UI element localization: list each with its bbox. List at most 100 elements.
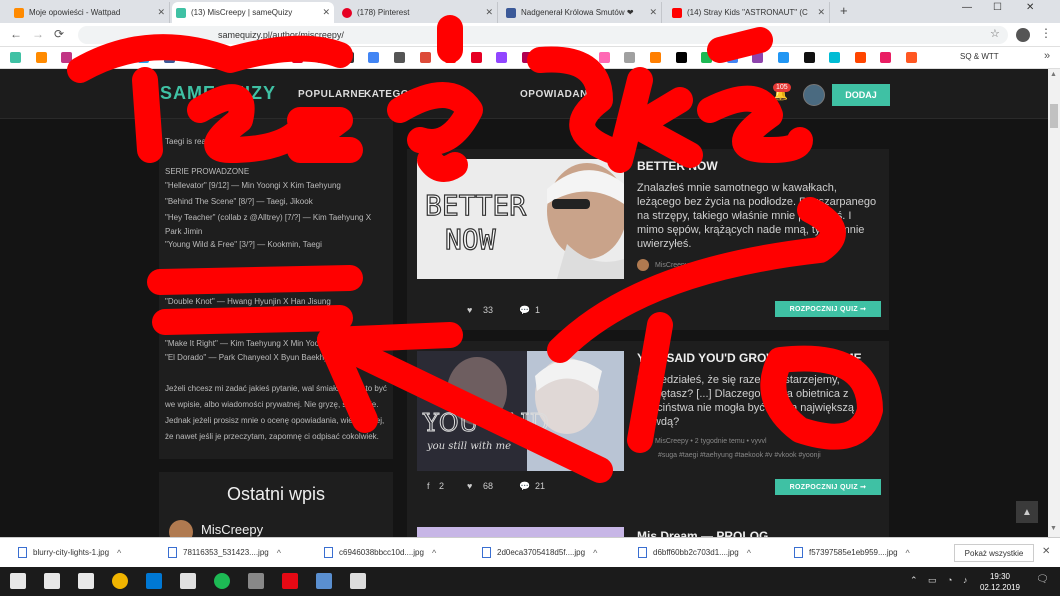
system-tray-icons[interactable]: ⌃ ▭ ◔ ♪ xyxy=(910,575,971,586)
bookmark-icon[interactable] xyxy=(394,52,405,63)
bookmark-icon[interactable] xyxy=(803,52,815,63)
bookmark-icon[interactable] xyxy=(598,52,610,63)
taskbar-app-icon[interactable] xyxy=(146,573,162,589)
bookmark-icon[interactable] xyxy=(906,52,917,63)
bookmark-icon[interactable] xyxy=(752,52,764,63)
download-item[interactable]: blurry-city-lights-1.jpg ^ xyxy=(18,547,121,558)
tab-wattpad[interactable]: Moje opowieści - Wattpad ✕ xyxy=(10,2,170,23)
bookmark-icon[interactable] xyxy=(880,52,892,63)
quiz-title[interactable]: Mis Dream — PROLOG xyxy=(637,529,768,537)
menu-dots-icon[interactable]: ⋮ xyxy=(1040,26,1052,40)
quiz-thumbnail[interactable]: BETTER NOW xyxy=(417,159,624,279)
bookmark-star-icon[interactable]: ☆ xyxy=(990,27,1000,40)
close-icon[interactable]: ✕ xyxy=(322,7,330,18)
quiz-title[interactable]: YOU SAID YOU'D GROW OLD WITH ME xyxy=(637,351,862,365)
bookmark-icon[interactable] xyxy=(445,52,457,63)
download-item[interactable]: 2d0eca3705418d5f....jpg ^ xyxy=(482,547,597,558)
bookmark-icon[interactable] xyxy=(317,52,329,63)
close-icon[interactable]: ✕ xyxy=(649,7,657,18)
bookmark-icon[interactable] xyxy=(470,52,482,63)
bookmark-icon[interactable] xyxy=(214,52,226,63)
start-quiz-button[interactable]: ROZPOCZNIJ QUIZ ➞ xyxy=(775,479,881,495)
latest-post-author[interactable]: MisCreepy xyxy=(201,522,263,537)
close-icon[interactable]: ✕ xyxy=(817,7,825,18)
taskbar-app-icon[interactable] xyxy=(316,573,332,589)
heart-icon[interactable]: ♥ xyxy=(467,305,472,315)
mail-icon[interactable]: ✉ xyxy=(743,88,753,102)
back-icon[interactable]: ← xyxy=(10,27,22,41)
show-all-downloads-button[interactable]: Pokaż wszystkie xyxy=(954,544,1034,562)
quiz-title[interactable]: BETTER NOW xyxy=(637,159,718,173)
nav-categories[interactable]: KATEGORIE xyxy=(364,89,427,100)
chevron-up-icon[interactable]: ^ xyxy=(117,548,121,558)
bookmark-icon[interactable] xyxy=(701,52,713,63)
bookmark-icon[interactable] xyxy=(522,52,533,63)
bookmark-icon[interactable] xyxy=(112,52,124,63)
close-icon[interactable]: ✕ xyxy=(1042,546,1050,557)
scroll-down-icon[interactable]: ▼ xyxy=(1050,525,1057,532)
page-scrollbar[interactable]: ▲ ▼ xyxy=(1048,69,1060,537)
address-input[interactable]: samequizy.pl/author/miscreepy/ xyxy=(78,26,1008,44)
notification-center-icon[interactable]: 🗨 xyxy=(1036,574,1049,585)
bookmark-icon[interactable] xyxy=(675,52,687,63)
bookmark-icon[interactable] xyxy=(368,52,380,63)
bookmark-icon[interactable] xyxy=(778,52,789,63)
bookmark-icon[interactable] xyxy=(266,52,277,63)
download-item[interactable]: 78116353_531423....jpg ^ xyxy=(168,547,281,558)
bookmark-icon[interactable] xyxy=(342,52,354,63)
bookmark-icon[interactable] xyxy=(138,52,149,63)
bookmark-icon[interactable] xyxy=(650,52,661,63)
bookmark-icon[interactable] xyxy=(163,52,175,63)
share-icon[interactable]: f xyxy=(427,481,430,491)
tab-samequizy[interactable]: (13) MisCreepy | sameQuizy ✕ xyxy=(172,2,334,23)
bookmark-icon[interactable] xyxy=(61,52,73,63)
tab-pinterest[interactable]: (178) Pinterest ✕ xyxy=(338,2,498,23)
taskbar-app-icon[interactable] xyxy=(44,573,60,589)
comment-icon[interactable]: 💬 xyxy=(519,305,530,316)
start-quiz-button[interactable]: ROZPOCZNIJ QUIZ ➞ xyxy=(775,301,881,317)
scrollbar-thumb[interactable] xyxy=(1050,104,1058,128)
download-item[interactable]: f57397585e1eb959....jpg ^ xyxy=(794,547,910,558)
comment-icon[interactable]: 💬 xyxy=(519,481,530,492)
taskbar-app-icon[interactable] xyxy=(350,573,366,589)
quiz-thumbnail[interactable]: YOU SAID you still with me xyxy=(417,351,624,471)
bookmark-icon[interactable] xyxy=(624,52,636,63)
minimize-icon[interactable]: — xyxy=(962,2,972,13)
taskbar-app-icon[interactable] xyxy=(10,573,26,589)
taskbar-app-icon[interactable] xyxy=(180,573,196,589)
bookmark-icon[interactable] xyxy=(573,52,585,63)
chevron-up-icon[interactable]: ^ xyxy=(906,548,910,558)
taskbar-app-icon[interactable] xyxy=(78,573,94,589)
new-tab-button[interactable]: + xyxy=(840,3,848,18)
taskbar-clock[interactable]: 19:30 02.12.2019 xyxy=(975,571,1025,593)
bookmark-icon[interactable] xyxy=(496,52,508,63)
taskbar-app-icon[interactable] xyxy=(248,573,264,589)
bookmark-icon[interactable] xyxy=(829,52,841,63)
download-item[interactable]: c6946038bbcc10d....jpg ^ xyxy=(324,547,436,558)
maximize-icon[interactable]: ☐ xyxy=(993,2,1002,13)
user-avatar[interactable] xyxy=(803,84,825,106)
add-button[interactable]: DODAJ xyxy=(832,84,890,106)
quiz-thumbnail[interactable] xyxy=(417,527,624,537)
close-icon[interactable]: ✕ xyxy=(485,7,493,18)
author-avatar[interactable] xyxy=(169,520,193,537)
bookmark-icon[interactable] xyxy=(240,52,252,63)
bookmark-icon[interactable] xyxy=(35,52,47,63)
download-item[interactable]: d6bff60bb2c703d1....jpg ^ xyxy=(638,547,751,558)
bookmark-icon[interactable] xyxy=(419,52,431,63)
tab-youtube[interactable]: (14) Stray Kids "ASTRONAUT" (C ✕ xyxy=(668,2,830,23)
window-close-icon[interactable]: ✕ xyxy=(1026,2,1034,13)
close-icon[interactable]: ✕ xyxy=(157,7,165,18)
forward-icon[interactable]: → xyxy=(32,27,44,41)
bookmark-icon[interactable] xyxy=(10,52,21,63)
chevron-up-icon[interactable]: ^ xyxy=(747,548,751,558)
scroll-up-icon[interactable]: ▲ xyxy=(1050,71,1057,78)
site-logo[interactable]: SAMEQUIZY xyxy=(160,83,276,104)
heart-icon[interactable]: ♥ xyxy=(467,481,472,491)
bookmark-icon[interactable] xyxy=(726,52,738,63)
quiz-tags[interactable]: #suga #taegi #taehyung #taekook #v #vkoo… xyxy=(658,452,821,459)
nav-stories[interactable]: OPOWIADANIA xyxy=(520,89,599,100)
taskbar-app-icon[interactable] xyxy=(112,573,128,589)
bookmark-icon[interactable] xyxy=(291,52,303,63)
taskbar-app-icon[interactable] xyxy=(282,573,298,589)
